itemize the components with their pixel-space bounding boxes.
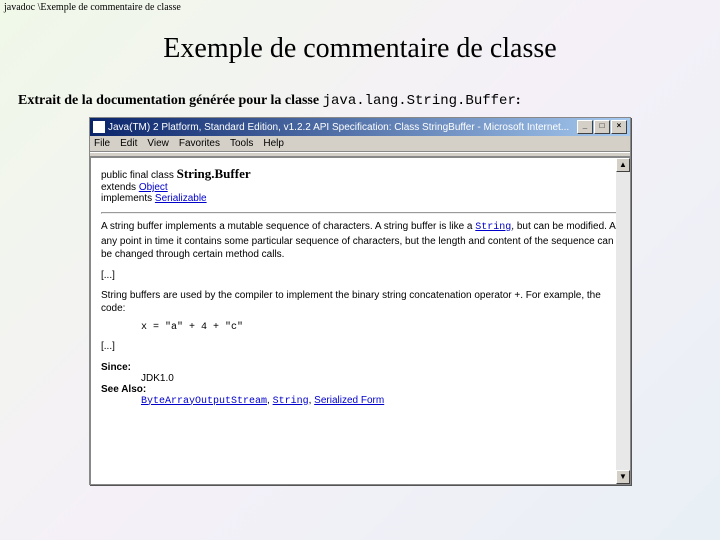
breadcrumb: javadoc \Exemple de commentaire de class… bbox=[0, 0, 720, 15]
close-button[interactable]: × bbox=[611, 120, 627, 134]
since-block: Since: JDK1.0 bbox=[101, 362, 620, 384]
implements-link[interactable]: Serializable bbox=[155, 193, 207, 204]
doc-content: public final class String.Buffer extends… bbox=[90, 157, 630, 484]
page-title: Exemple de commentaire de classe bbox=[0, 33, 720, 65]
paragraph-1: A string buffer implements a mutable seq… bbox=[101, 220, 620, 262]
divider bbox=[101, 212, 620, 214]
extends-link[interactable]: Object bbox=[139, 182, 168, 193]
menu-favorites[interactable]: Favorites bbox=[179, 138, 220, 149]
implements-label: implements bbox=[101, 193, 155, 204]
intro-prefix: Extrait de la documentation générée pour… bbox=[18, 93, 323, 108]
vertical-scrollbar[interactable]: ▲ ▼ bbox=[616, 158, 630, 484]
code-example: x = "a" + 4 + "c" bbox=[141, 322, 620, 333]
menu-tools[interactable]: Tools bbox=[230, 138, 253, 149]
window-titlebar: Java(TM) 2 Platform, Standard Edition, v… bbox=[90, 118, 630, 136]
intro-suffix: : bbox=[516, 93, 521, 108]
seealso-link-0[interactable]: ByteArrayOutputStream bbox=[141, 396, 267, 407]
decl-prefix: public final class bbox=[101, 170, 177, 181]
scroll-up-icon[interactable]: ▲ bbox=[616, 158, 630, 172]
ie-icon bbox=[93, 121, 105, 133]
since-value: JDK1.0 bbox=[141, 373, 174, 384]
seealso-block: See Also: ByteArrayOutputStream, String,… bbox=[101, 384, 620, 407]
extends-label: extends bbox=[101, 182, 139, 193]
ellipsis-2: [...] bbox=[101, 341, 620, 352]
menu-edit[interactable]: Edit bbox=[120, 138, 137, 149]
browser-window: Java(TM) 2 Platform, Standard Edition, v… bbox=[89, 117, 631, 485]
class-declaration: public final class String.Buffer extends… bbox=[101, 166, 620, 204]
menu-help[interactable]: Help bbox=[263, 138, 284, 149]
menu-view[interactable]: View bbox=[147, 138, 169, 149]
intro-classname: java.lang.String.Buffer bbox=[323, 93, 516, 109]
intro-text: Extrait de la documentation générée pour… bbox=[0, 93, 720, 109]
menubar: File Edit View Favorites Tools Help bbox=[90, 136, 630, 152]
decl-classname: String.Buffer bbox=[177, 166, 251, 181]
window-title: Java(TM) 2 Platform, Standard Edition, v… bbox=[108, 122, 569, 133]
para1a: A string buffer implements a mutable seq… bbox=[101, 221, 475, 232]
menu-file[interactable]: File bbox=[94, 138, 110, 149]
scroll-down-icon[interactable]: ▼ bbox=[616, 470, 630, 484]
paragraph-2: String buffers are used by the compiler … bbox=[101, 289, 620, 316]
since-label: Since: bbox=[101, 362, 131, 373]
seealso-link-1[interactable]: String bbox=[273, 396, 309, 407]
seealso-link-2[interactable]: Serialized Form bbox=[314, 395, 384, 406]
string-link[interactable]: String bbox=[475, 222, 511, 233]
ellipsis-1: [...] bbox=[101, 270, 620, 281]
scroll-track[interactable] bbox=[616, 172, 630, 470]
seealso-label: See Also: bbox=[101, 384, 146, 395]
maximize-button[interactable]: □ bbox=[594, 120, 610, 134]
minimize-button[interactable]: _ bbox=[577, 120, 593, 134]
